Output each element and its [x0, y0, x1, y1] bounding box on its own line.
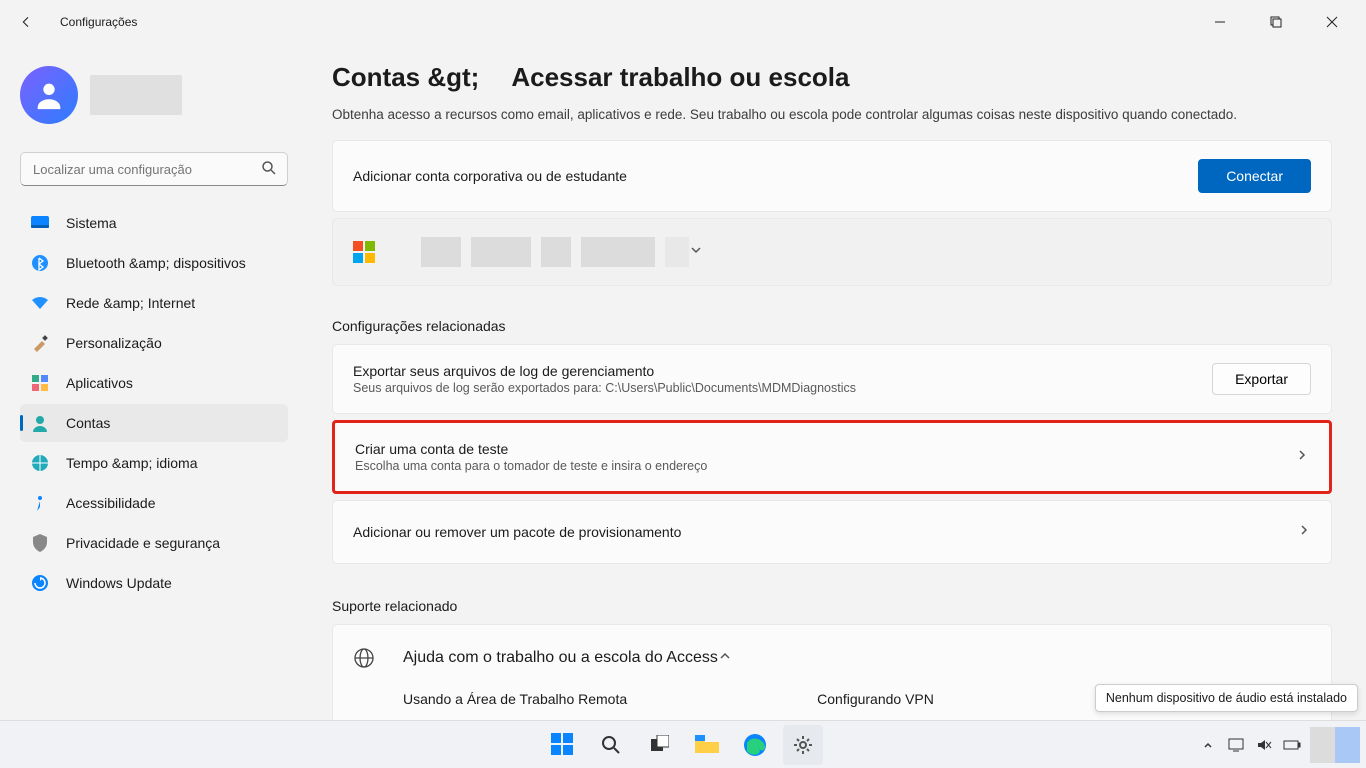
search-input[interactable] — [20, 152, 288, 186]
chevron-right-icon — [1297, 523, 1311, 542]
search-icon — [260, 159, 278, 177]
account-info-redacted — [421, 237, 461, 267]
related-heading: Configurações relacionadas — [332, 318, 1332, 334]
provisioning-title: Adicionar ou remover um pacote de provis… — [353, 524, 1297, 540]
web-help-icon — [353, 647, 375, 669]
taskbar-clock-redacted[interactable] — [1310, 727, 1360, 763]
test-account-title: Criar uma conta de teste — [355, 441, 1295, 457]
export-button[interactable]: Exportar — [1212, 363, 1311, 395]
sidebar-item-acessibilidade[interactable]: Acessibilidade — [20, 484, 288, 522]
chevron-down-icon — [689, 243, 703, 262]
sidebar-item-privacidade[interactable]: Privacidade e segurança — [20, 524, 288, 562]
globe-icon — [30, 453, 50, 473]
support-help-row[interactable]: Ajuda com o trabalho ou a escola do Acce… — [333, 625, 1331, 691]
search-field[interactable] — [20, 152, 288, 186]
profile-block[interactable] — [20, 66, 302, 124]
page-title: Acessar trabalho ou escola — [511, 62, 849, 93]
chevron-right-icon — [1295, 448, 1309, 467]
avatar — [20, 66, 78, 124]
settings-taskbar-icon[interactable] — [783, 725, 823, 765]
account-info-redacted — [665, 237, 689, 267]
provisioning-card[interactable]: Adicionar ou remover um pacote de provis… — [332, 500, 1332, 564]
accessibility-icon — [30, 493, 50, 513]
edge-icon[interactable] — [735, 725, 775, 765]
maximize-icon[interactable] — [1258, 8, 1294, 36]
sidebar-item-contas[interactable]: Contas — [20, 404, 288, 442]
sidebar-item-rede[interactable]: Rede &amp; Internet — [20, 284, 288, 322]
profile-name-redacted — [90, 75, 182, 115]
content-area: Contas &gt; Acessar trabalho ou escola O… — [310, 44, 1366, 720]
monitor-icon — [30, 213, 50, 233]
task-view-icon[interactable] — [639, 725, 679, 765]
brush-icon — [30, 333, 50, 353]
back-icon[interactable] — [16, 12, 36, 32]
update-icon — [30, 573, 50, 593]
sidebar: Sistema Bluetooth &amp; dispositivos Red… — [0, 44, 310, 720]
tray-audio-muted-icon[interactable] — [1254, 735, 1274, 755]
connect-button[interactable]: Conectar — [1198, 159, 1311, 193]
titlebar: Configurações — [0, 0, 1366, 44]
support-help-label: Ajuda com o trabalho ou a escola do Acce… — [403, 649, 718, 667]
account-info-redacted — [541, 237, 571, 267]
account-info-redacted — [471, 237, 531, 267]
add-account-label: Adicionar conta corporativa ou de estuda… — [353, 168, 1198, 184]
add-account-card: Adicionar conta corporativa ou de estuda… — [332, 140, 1332, 212]
connected-account-row[interactable] — [332, 218, 1332, 286]
tray-battery-icon[interactable] — [1282, 735, 1302, 755]
breadcrumb-parent[interactable]: Contas &gt; — [332, 62, 479, 93]
shield-icon — [30, 533, 50, 553]
microsoft-logo-icon — [353, 241, 375, 263]
apps-icon — [30, 373, 50, 393]
account-info-redacted — [581, 237, 655, 267]
chevron-up-icon — [718, 649, 732, 668]
taskbar-search-icon[interactable] — [591, 725, 631, 765]
nav-list: Sistema Bluetooth &amp; dispositivos Red… — [20, 204, 288, 602]
taskbar — [0, 720, 1366, 768]
support-heading: Suporte relacionado — [332, 598, 1332, 614]
sidebar-item-personalizacao[interactable]: Personalização — [20, 324, 288, 362]
sidebar-item-aplicativos[interactable]: Aplicativos — [20, 364, 288, 402]
export-title: Exportar seus arquivos de log de gerenci… — [353, 363, 1212, 379]
window-title: Configurações — [60, 15, 137, 29]
sidebar-item-windows-update[interactable]: Windows Update — [20, 564, 288, 602]
support-link-vpn[interactable]: Configurando VPN — [817, 691, 934, 707]
audio-tooltip: Nenhum dispositivo de áudio está instala… — [1095, 684, 1358, 712]
bluetooth-icon — [30, 253, 50, 273]
page-subtitle: Obtenha acesso a recursos como email, ap… — [332, 107, 1332, 122]
start-icon[interactable] — [543, 725, 583, 765]
breadcrumb: Contas &gt; Acessar trabalho ou escola — [332, 62, 1332, 93]
wifi-icon — [30, 293, 50, 313]
minimize-icon[interactable] — [1202, 8, 1238, 36]
tray-chevron-icon[interactable] — [1198, 735, 1218, 755]
tray-desktop-icon[interactable] — [1226, 735, 1246, 755]
person-icon — [30, 413, 50, 433]
export-subtitle: Seus arquivos de log serão exportados pa… — [353, 381, 1212, 395]
support-link-rdp[interactable]: Usando a Área de Trabalho Remota — [403, 691, 627, 707]
export-logs-card: Exportar seus arquivos de log de gerenci… — [332, 344, 1332, 414]
test-account-subtitle: Escolha uma conta para o tomador de test… — [355, 459, 1295, 473]
sidebar-item-tempo[interactable]: Tempo &amp; idioma — [20, 444, 288, 482]
close-icon[interactable] — [1314, 8, 1350, 36]
sidebar-item-sistema[interactable]: Sistema — [20, 204, 288, 242]
sidebar-item-bluetooth[interactable]: Bluetooth &amp; dispositivos — [20, 244, 288, 282]
file-explorer-icon[interactable] — [687, 725, 727, 765]
create-test-account-card[interactable]: Criar uma conta de teste Escolha uma con… — [332, 420, 1332, 494]
